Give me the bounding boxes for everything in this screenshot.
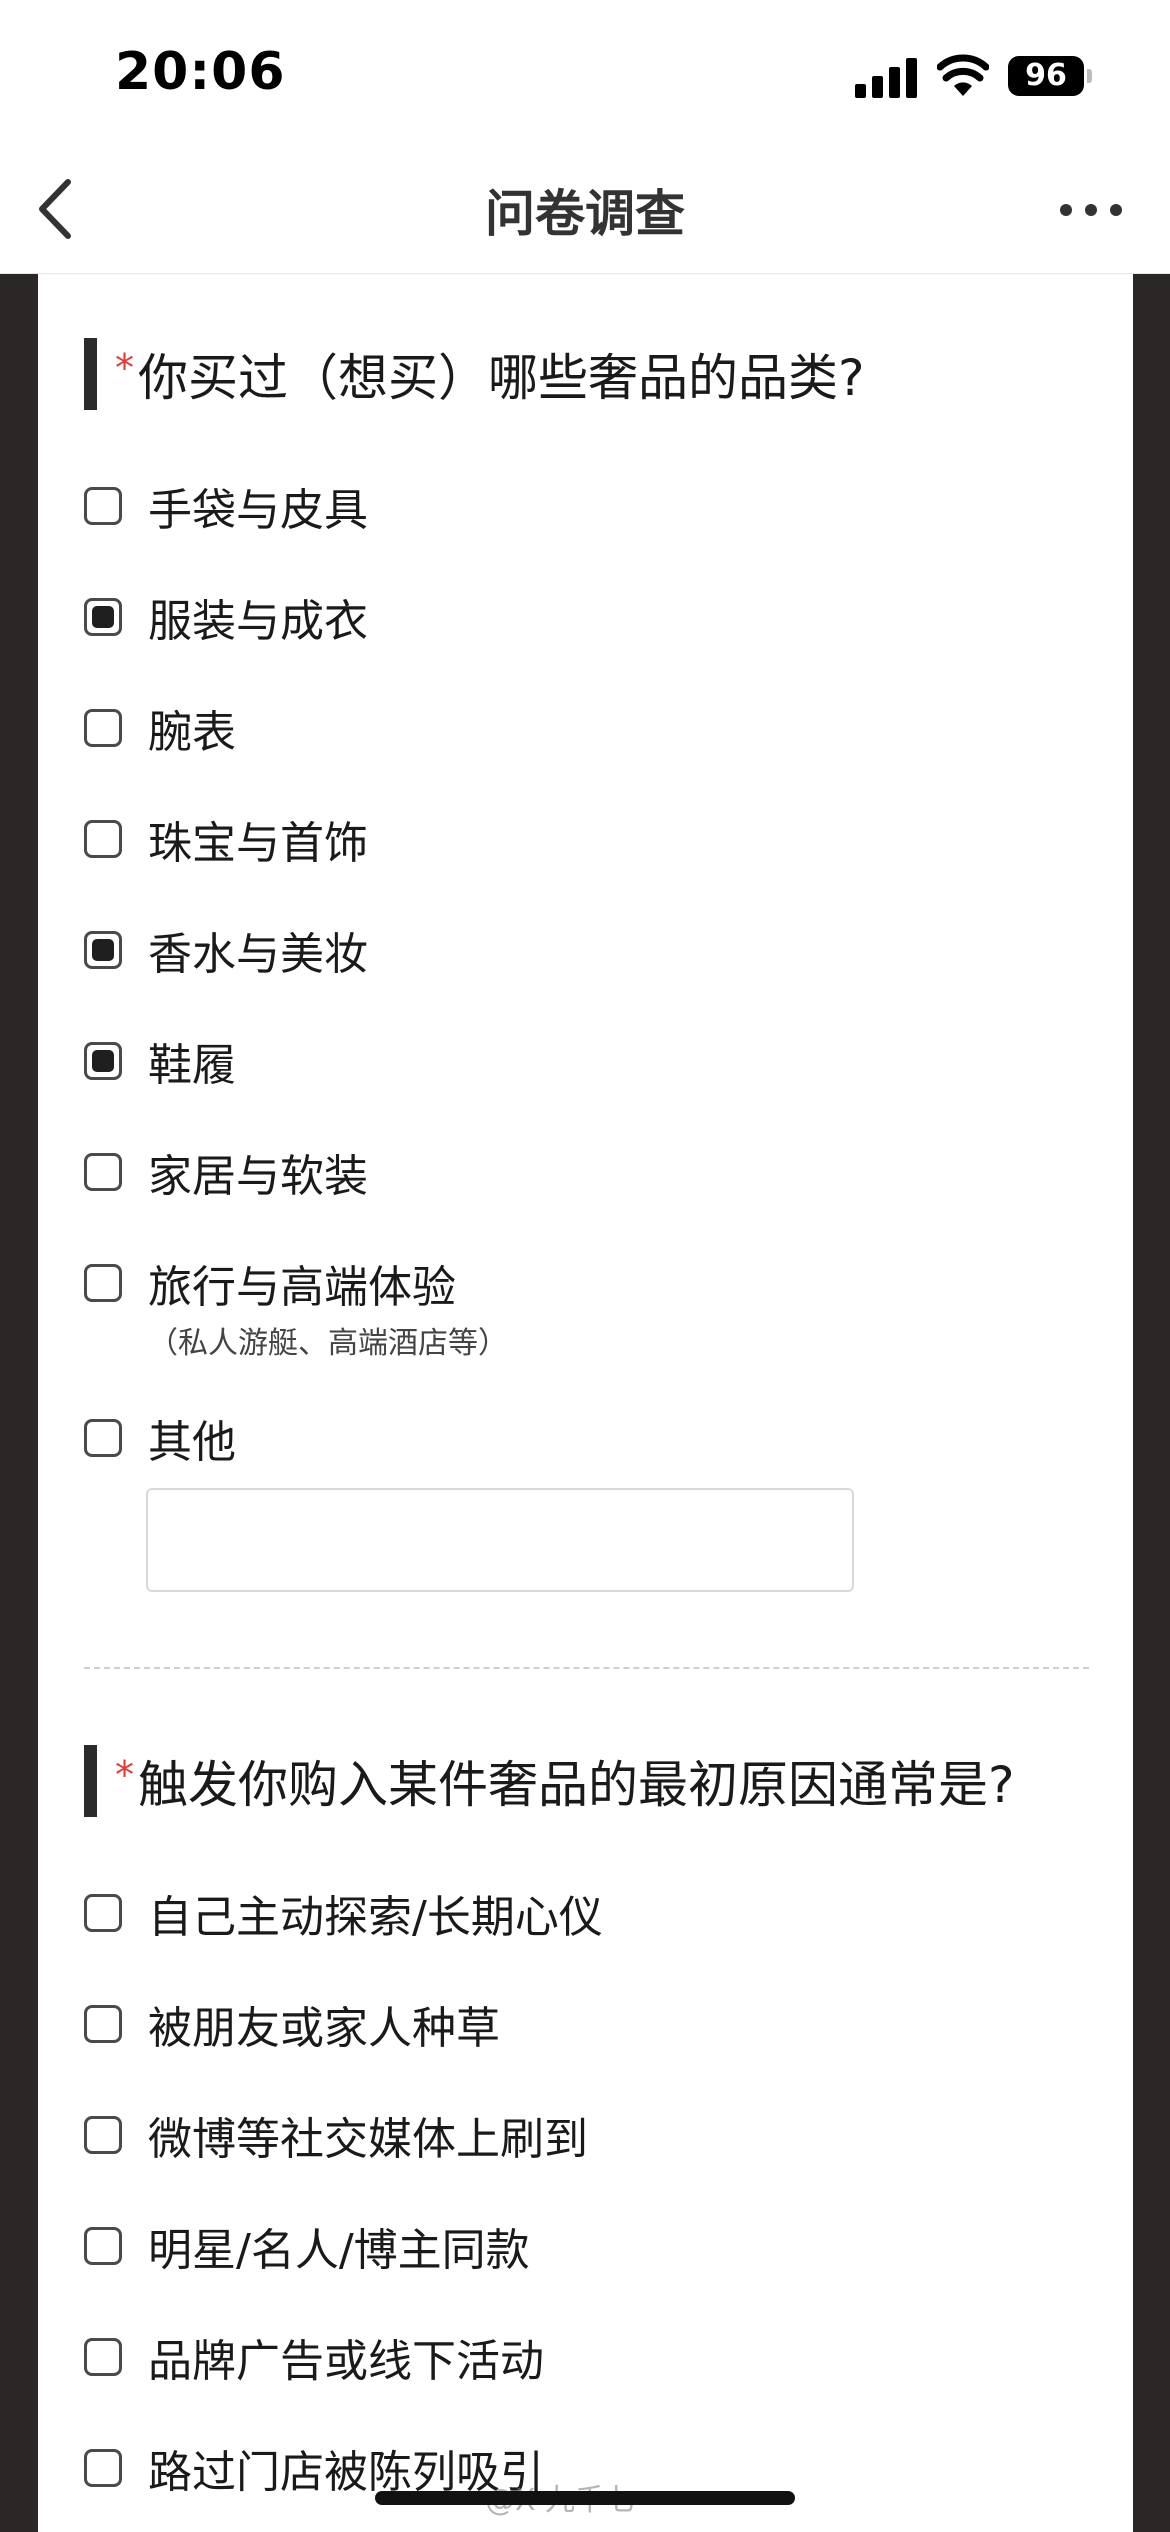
status-time: 20:06 [115,42,286,102]
option-fragrance-beauty[interactable]: 香水与美妆 [84,920,368,980]
checkbox[interactable] [84,709,122,747]
other-text-input[interactable] [146,1488,854,1592]
option-other[interactable]: 其他 [84,1408,236,1468]
battery-icon: 96 [1008,56,1084,96]
option-label: 香水与美妆 [148,929,368,980]
option-store-display[interactable]: 路过门店被陈列吸引 [84,2438,544,2498]
checkbox[interactable] [84,2338,122,2376]
option-label: 微博等社交媒体上刷到 [148,2114,588,2165]
option-friends-family[interactable]: 被朋友或家人种草 [84,1994,500,2054]
option-label: 其他 [148,1417,236,1468]
section-divider [84,1667,1089,1669]
option-label: 被朋友或家人种草 [148,2003,500,2054]
option-label: 明星/名人/博主同款 [148,2225,530,2276]
option-handbags[interactable]: 手袋与皮具 [84,476,368,536]
checkbox[interactable] [84,1264,122,1302]
option-brand-ads[interactable]: 品牌广告或线下活动 [84,2327,544,2387]
checkbox-checked[interactable] [84,1042,122,1080]
required-mark: * [115,346,134,390]
wifi-icon [937,54,989,96]
option-celebrity[interactable]: 明星/名人/博主同款 [84,2216,530,2276]
checkbox[interactable] [84,1153,122,1191]
option-label: 服装与成衣 [148,596,368,647]
question-marker [84,1745,97,1817]
option-label: 旅行与高端体验 [148,1262,456,1313]
option-watches[interactable]: 腕表 [84,698,236,758]
battery-tip [1087,69,1092,83]
checkbox[interactable] [84,1419,122,1457]
side-frame-right [1133,274,1170,2532]
checkbox[interactable] [84,2005,122,2043]
option-sublabel: （私人游艇、高端酒店等） [148,1326,508,1361]
status-bar: 20:06 96 [0,0,1170,150]
checkbox[interactable] [84,2227,122,2265]
side-frame-left [0,274,38,2532]
nav-bar: 问卷调查 [0,150,1170,274]
checkbox[interactable] [84,2116,122,2154]
cellular-signal-icon [855,58,917,98]
option-apparel[interactable]: 服装与成衣 [84,587,368,647]
option-label: 家居与软装 [148,1151,368,1202]
home-indicator[interactable] [375,2491,795,2505]
checkbox[interactable] [84,1894,122,1932]
question-2-title: * 触发你购入某件奢品的最初原因通常是? [84,1745,1015,1817]
option-social-media[interactable]: 微博等社交媒体上刷到 [84,2105,588,2165]
checkbox[interactable] [84,487,122,525]
option-label: 鞋履 [148,1040,236,1091]
option-jewelry[interactable]: 珠宝与首饰 [84,809,368,869]
option-label: 珠宝与首饰 [148,818,368,869]
option-home[interactable]: 家居与软装 [84,1142,368,1202]
checkbox-checked[interactable] [84,598,122,636]
option-label: 腕表 [148,707,236,758]
question-marker [84,338,97,410]
question-text: 你买过（想买）哪些奢品的品类? [138,349,865,407]
option-travel[interactable]: 旅行与高端体验 [84,1253,456,1313]
page-title: 问卷调查 [485,185,685,243]
question-text: 触发你购入某件奢品的最初原因通常是? [138,1756,1015,1814]
checkbox[interactable] [84,820,122,858]
option-shoes[interactable]: 鞋履 [84,1031,236,1091]
checkbox[interactable] [84,2449,122,2487]
required-mark: * [115,1753,134,1797]
option-self-explore[interactable]: 自己主动探索/长期心仪 [84,1883,603,1943]
more-horizontal-icon[interactable] [1058,200,1128,220]
option-label: 品牌广告或线下活动 [148,2336,544,2387]
option-label: 手袋与皮具 [148,485,368,536]
checkbox-checked[interactable] [84,931,122,969]
question-1-title: * 你买过（想买）哪些奢品的品类? [84,338,865,410]
option-label: 自己主动探索/长期心仪 [148,1892,603,1943]
